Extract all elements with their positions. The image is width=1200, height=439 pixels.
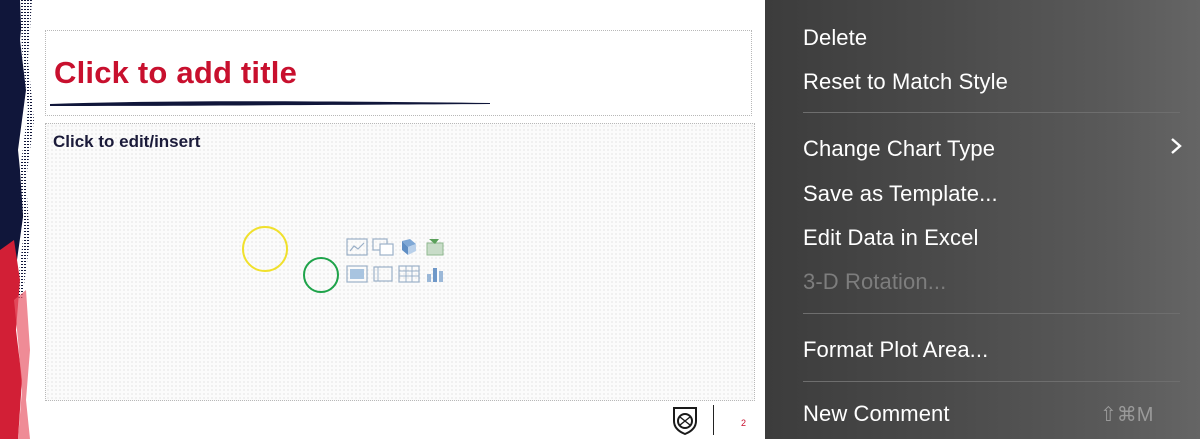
slide-canvas[interactable]: Click to add title Click to edit/insert (0, 0, 765, 439)
menu-item-reset-to-match-style[interactable]: Reset to Match Style (803, 69, 1008, 95)
insert-table-icon[interactable] (398, 265, 420, 283)
green-highlight-circle (303, 257, 339, 293)
menu-item-delete[interactable]: Delete (803, 25, 867, 51)
context-menu: Delete Reset to Match Style Change Chart… (765, 0, 1200, 439)
menu-item-new-comment[interactable]: New Comment (803, 401, 950, 427)
title-underline-decoration (50, 101, 490, 106)
menu-item-save-as-template[interactable]: Save as Template... (803, 181, 998, 207)
insert-chart-bar-icon[interactable] (424, 265, 446, 283)
title-placeholder[interactable]: Click to add title (45, 30, 752, 116)
brush-stroke-decoration (0, 0, 36, 439)
menu-item-3d-rotation: 3-D Rotation... (803, 269, 947, 294)
slide-number: 2 (741, 418, 747, 428)
new-comment-shortcut: ⇧⌘M (1100, 404, 1154, 426)
yellow-highlight-circle (242, 226, 288, 272)
menu-separator (803, 381, 1180, 382)
content-placeholder-text: Click to edit/insert (53, 132, 201, 151)
footer-divider (713, 405, 714, 435)
menu-item-change-chart-type[interactable]: Change Chart Type (803, 136, 995, 162)
insert-chart-icon[interactable] (346, 238, 368, 256)
chevron-right-icon (1171, 138, 1182, 154)
little-league-logo-icon (673, 407, 697, 435)
menu-separator (803, 313, 1180, 314)
menu-item-edit-data-in-excel[interactable]: Edit Data in Excel (803, 225, 978, 251)
menu-separator (803, 112, 1180, 113)
insert-3d-model-icon[interactable] (398, 238, 420, 256)
content-placeholder[interactable]: Click to edit/insert (45, 123, 755, 401)
menu-item-format-plot-area[interactable]: Format Plot Area... (803, 337, 988, 363)
insert-stock-image-icon[interactable] (424, 238, 446, 256)
insert-picture-icon[interactable] (346, 265, 368, 283)
title-placeholder-text: Click to add title (54, 55, 298, 90)
insert-video-icon[interactable] (372, 265, 394, 283)
insert-smartart-icon[interactable] (372, 238, 394, 256)
